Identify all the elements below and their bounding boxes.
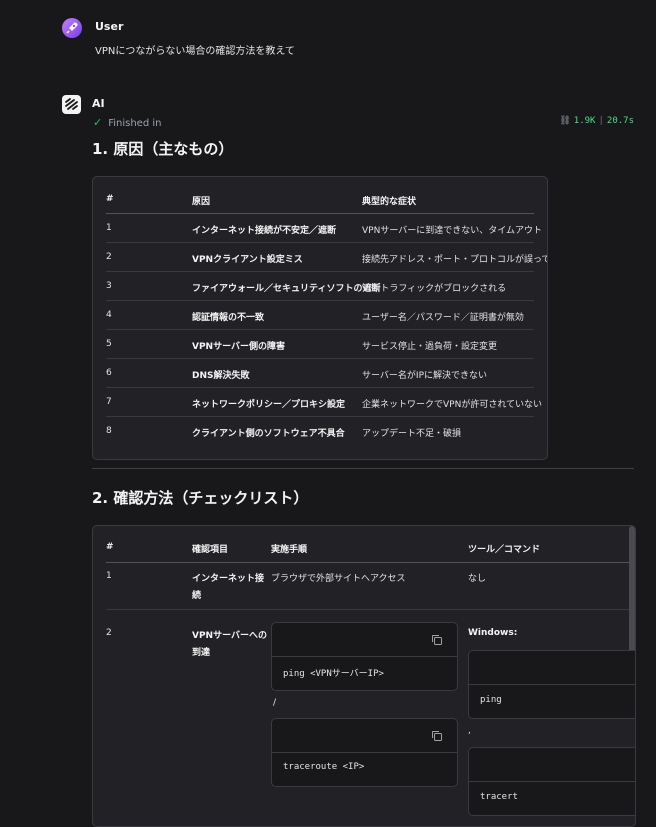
user-avatar bbox=[62, 18, 82, 38]
code-text: tracert bbox=[480, 792, 518, 802]
table-cell: VPNサーバーへの bbox=[192, 631, 268, 641]
table-cell: VPNサーバー側の障害 bbox=[192, 342, 286, 352]
table-cell: VPNトラフィックがブロックされる bbox=[362, 284, 507, 294]
elapsed-time: 20.7s bbox=[606, 116, 634, 126]
table-header: ツール／コマンド bbox=[468, 545, 541, 555]
table-header: 典型的な症状 bbox=[362, 197, 417, 207]
code-text: traceroute <IP> bbox=[283, 762, 365, 772]
table-cell: なし bbox=[468, 574, 487, 584]
ai-name: AI bbox=[92, 97, 105, 110]
user-name: User bbox=[95, 20, 124, 33]
table-cell: 5 bbox=[106, 339, 112, 349]
ai-avatar bbox=[62, 95, 81, 114]
code-block: ping bbox=[468, 650, 635, 719]
code-text: ping <VPNサーバーIP> bbox=[283, 669, 384, 679]
table-cell: インターネット接 bbox=[192, 574, 265, 584]
copy-icon[interactable] bbox=[431, 634, 443, 646]
code-block: ping <VPNサーバーIP> bbox=[271, 622, 458, 691]
response-stats: ⛓ 1.9K | 20.7s bbox=[559, 116, 634, 126]
table-cell: 認証情報の不一致 bbox=[192, 313, 265, 323]
table-cell: 2 bbox=[106, 252, 112, 262]
code-block: tracert bbox=[468, 747, 635, 816]
table-header: 実施手順 bbox=[271, 545, 308, 555]
status-row: ✓ Finished in bbox=[93, 116, 161, 129]
table-cell: クライアント側のソフトウェア不具合 bbox=[192, 429, 345, 439]
status-text: Finished in bbox=[108, 118, 162, 129]
separator-text: / bbox=[273, 698, 277, 708]
table-cell: 企業ネットワークでVPNが許可されていない bbox=[362, 400, 543, 410]
table-cell: 到達 bbox=[192, 648, 211, 658]
table-cell: ファイアウォール／セキュリティソフトの遮断 bbox=[192, 284, 381, 294]
check-icon: ✓ bbox=[93, 116, 103, 129]
checklist-table: # 確認項目 実施手順 ツール／コマンド 1 インターネット接 続 ブラウザで外… bbox=[92, 525, 636, 827]
table-cell: 接続先アドレス・ポート・プロトコルが誤っている bbox=[362, 255, 548, 265]
table-cell: サービス停止・過負荷・設定変更 bbox=[362, 342, 498, 352]
table-cell: 続 bbox=[192, 591, 202, 601]
separator-text: , bbox=[468, 726, 471, 736]
section-heading-checklist: 2. 確認方法（チェックリスト） bbox=[92, 489, 309, 507]
table-cell: 7 bbox=[106, 397, 112, 407]
table-cell: ネットワークポリシー／プロキシ設定 bbox=[192, 400, 346, 410]
table-header: 確認項目 bbox=[192, 545, 229, 555]
table-cell: 3 bbox=[106, 281, 112, 291]
causes-table: # 原因 典型的な症状 1 インターネット接続が不安定／遮断 VPNサーバーに到… bbox=[92, 176, 548, 460]
table-cell: インターネット接続が不安定／遮断 bbox=[192, 226, 337, 236]
rocket-icon bbox=[66, 22, 78, 34]
table-cell: DNS解決失敗 bbox=[192, 371, 250, 381]
copy-icon[interactable] bbox=[431, 730, 443, 742]
table-cell: 6 bbox=[106, 368, 112, 378]
user-message-text: VPNにつながらない場合の確認方法を教えて bbox=[95, 46, 295, 57]
table-cell: ユーザー名／パスワード／証明書が無効 bbox=[362, 313, 524, 323]
table-cell: VPNクライアント設定ミス bbox=[192, 255, 303, 265]
table-cell: 1 bbox=[106, 223, 112, 233]
ai-logo-icon bbox=[65, 98, 78, 110]
table-cell: VPNサーバーに到達できない、タイムアウト bbox=[362, 226, 543, 236]
code-block: traceroute <IP> bbox=[271, 718, 458, 787]
section-divider bbox=[92, 468, 634, 469]
table-cell: アップデート不足・破損 bbox=[362, 429, 462, 439]
table-cell: 4 bbox=[106, 310, 112, 320]
table-cell: 2 bbox=[106, 628, 112, 638]
section-heading-causes: 1. 原因（主なもの） bbox=[92, 140, 234, 158]
table-cell: サーバー名がIPに解決できない bbox=[362, 371, 487, 381]
table-header: 原因 bbox=[192, 197, 211, 207]
token-count: 1.9K bbox=[573, 116, 596, 126]
link-icon: ⛓ bbox=[559, 116, 571, 126]
table-cell: ブラウザで外部サイトへアクセス bbox=[271, 574, 406, 584]
table-header: # bbox=[106, 542, 114, 552]
code-text: ping bbox=[480, 695, 502, 705]
table-cell: 8 bbox=[106, 426, 112, 436]
table-cell: 1 bbox=[106, 571, 112, 581]
table-header: # bbox=[106, 194, 114, 204]
tool-label: Windows: bbox=[468, 628, 518, 638]
